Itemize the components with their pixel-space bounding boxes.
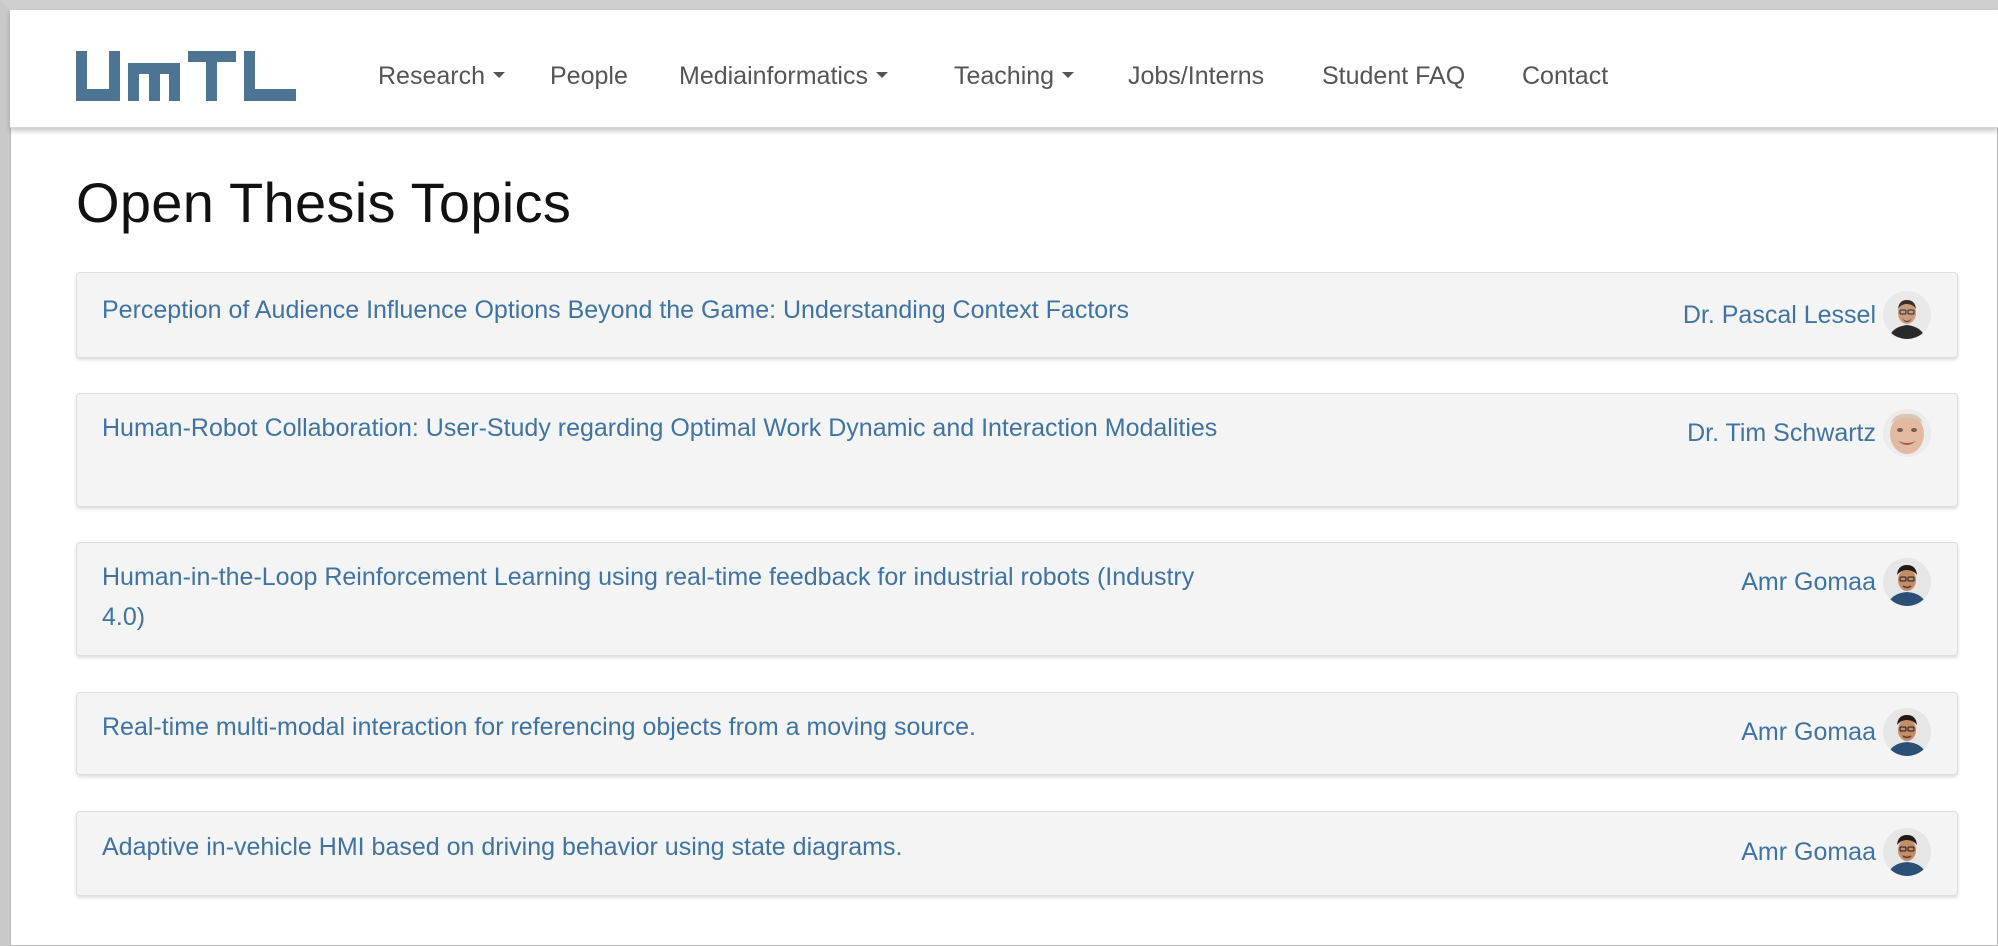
supervisor[interactable]: Amr Gomaa — [1741, 708, 1931, 756]
supervisor-name-link[interactable]: Amr Gomaa — [1741, 568, 1876, 597]
avatar-pascal-lessel[interactable] — [1883, 291, 1931, 339]
topic-title-link[interactable]: Adaptive in-vehicle HMI based on driving… — [102, 827, 1222, 867]
supervisor[interactable]: Dr. Pascal Lessel — [1683, 291, 1931, 339]
nav-contact-label: Contact — [1522, 62, 1609, 90]
top-navbar: Research People Mediainformatics Teachin… — [10, 10, 1998, 128]
supervisor-name-link[interactable]: Amr Gomaa — [1741, 838, 1876, 867]
caret-down-icon — [875, 72, 888, 79]
nav-people[interactable]: People — [550, 62, 628, 91]
nav-research-label: Research — [378, 62, 485, 90]
avatar-amr-gomaa[interactable] — [1883, 558, 1931, 606]
supervisor-name-link[interactable]: Dr. Pascal Lessel — [1683, 301, 1876, 330]
nav-teaching-label: Teaching — [954, 62, 1055, 90]
nav-contact[interactable]: Contact — [1522, 62, 1608, 91]
umtl-logo[interactable] — [76, 51, 296, 101]
nav-jobs-interns[interactable]: Jobs/Interns — [1128, 62, 1264, 91]
supervisor[interactable]: Amr Gomaa — [1741, 558, 1931, 606]
supervisor-name-link[interactable]: Amr Gomaa — [1741, 718, 1876, 747]
nav-teaching[interactable]: Teaching — [954, 62, 1075, 91]
nav-mediainformatics[interactable]: Mediainformatics — [679, 62, 888, 91]
caret-down-icon — [493, 72, 505, 79]
nav-research[interactable]: Research — [378, 62, 505, 91]
nav-mediainformatics-label: Mediainformatics — [679, 62, 868, 90]
topic-card[interactable]: Human-in-the-Loop Reinforcement Learning… — [76, 542, 1958, 656]
topic-title-link[interactable]: Human-Robot Collaboration: User-Study re… — [102, 408, 1222, 448]
supervisor-name-link[interactable]: Dr. Tim Schwartz — [1687, 419, 1876, 448]
nav-jobs-interns-label: Jobs/Interns — [1128, 62, 1265, 90]
topic-card[interactable]: Real-time multi-modal interaction for re… — [76, 692, 1958, 775]
caret-down-icon — [1062, 72, 1075, 79]
nav-student-faq-label: Student FAQ — [1322, 62, 1466, 90]
supervisor[interactable]: Dr. Tim Schwartz — [1687, 409, 1931, 457]
topic-card[interactable]: Adaptive in-vehicle HMI based on driving… — [76, 811, 1958, 896]
supervisor[interactable]: Amr Gomaa — [1741, 828, 1931, 876]
avatar-amr-gomaa[interactable] — [1883, 828, 1931, 876]
topic-title-link[interactable]: Human-in-the-Loop Reinforcement Learning… — [102, 557, 1222, 637]
nav-student-faq[interactable]: Student FAQ — [1322, 62, 1465, 91]
topic-title-link[interactable]: Real-time multi-modal interaction for re… — [102, 707, 1222, 747]
topic-card[interactable]: Human-Robot Collaboration: User-Study re… — [76, 393, 1958, 507]
nav-people-label: People — [550, 62, 628, 90]
avatar-amr-gomaa[interactable] — [1883, 708, 1931, 756]
page-title: Open Thesis Topics — [76, 171, 572, 234]
topic-title-link[interactable]: Perception of Audience Influence Options… — [102, 290, 1222, 330]
avatar-tim-schwartz[interactable] — [1883, 409, 1931, 457]
topic-card[interactable]: Perception of Audience Influence Options… — [76, 272, 1958, 358]
